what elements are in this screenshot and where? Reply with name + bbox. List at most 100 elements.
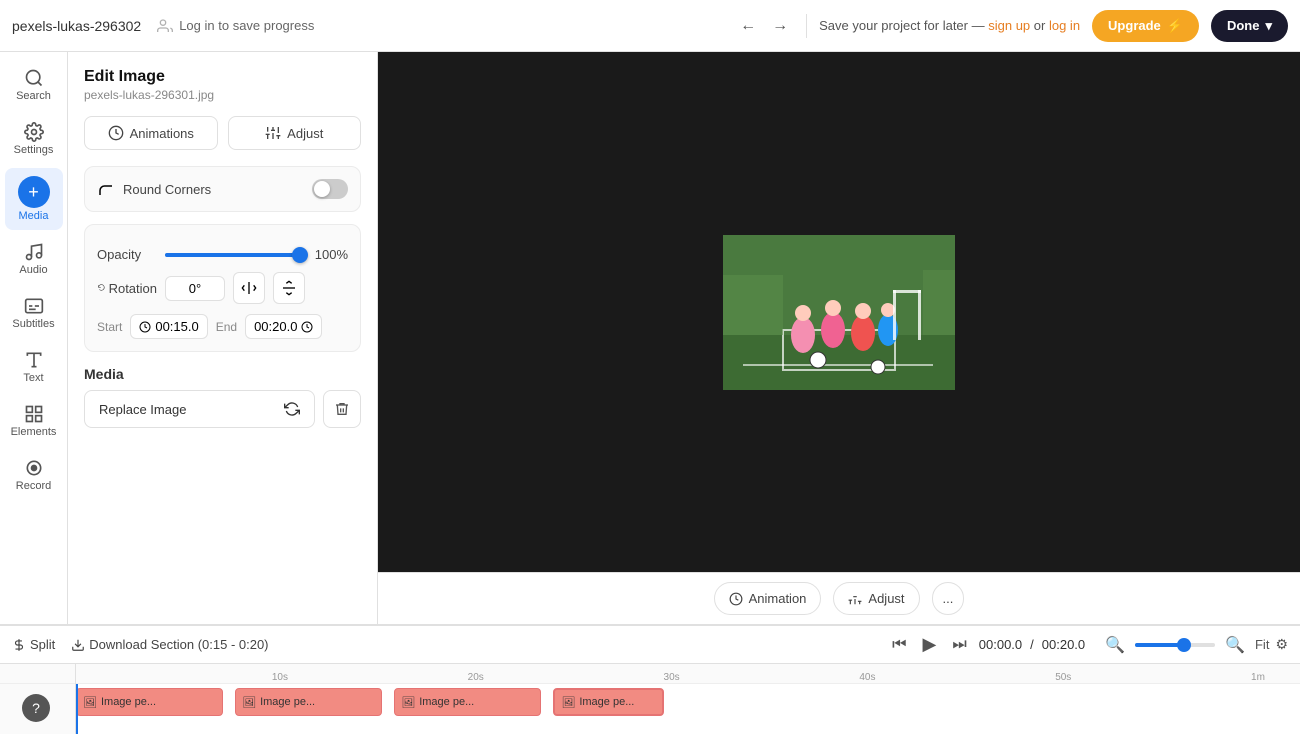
skip-forward-button[interactable]: ⏭ [948, 632, 970, 658]
undo-button[interactable]: ← [734, 11, 762, 41]
sidebar-item-text[interactable]: Text [5, 342, 63, 392]
help-icon: ? [32, 700, 40, 716]
replace-image-label: Replace Image [99, 402, 186, 417]
flip-vertical-button[interactable] [273, 272, 305, 304]
ruler-20s: 20s [468, 672, 484, 683]
start-value: 00:15.0 [155, 319, 198, 334]
record-icon [24, 458, 44, 478]
split-label: Split [30, 637, 55, 652]
sidebar-media-label: Media [19, 210, 49, 222]
more-options-button[interactable]: ... [932, 582, 965, 615]
start-input[interactable]: 00:15.0 [130, 314, 207, 339]
sidebar-item-audio[interactable]: Audio [5, 234, 63, 284]
zoom-out-button[interactable]: 🔍 [1101, 631, 1129, 659]
flip-horizontal-button[interactable] [233, 272, 265, 304]
zoom-slider[interactable] [1135, 643, 1215, 647]
sidebar-item-subtitles[interactable]: Subtitles [5, 288, 63, 338]
animation-icon [729, 592, 743, 606]
sidebar-record-label: Record [16, 480, 51, 492]
sidebar: Search Settings + Media Audio Subtitles … [0, 52, 68, 624]
time-row: Start 00:15.0 End 00:20.0 [97, 314, 348, 339]
done-chevron-icon: ▾ [1265, 18, 1272, 34]
toggle-knob [314, 181, 330, 197]
timeline-body: 10s 20s 30s 40s 50s 1m 🖼 Image pe... 🖼 I… [0, 664, 1300, 734]
canvas-adjust-label: Adjust [868, 591, 904, 606]
canvas-adjust-button[interactable]: Adjust [833, 582, 919, 615]
replace-row: Replace Image [84, 390, 361, 428]
round-corners-icon [97, 180, 115, 198]
opacity-fill [165, 253, 304, 257]
topbar-save-status: Log in to save progress [157, 18, 314, 34]
rotation-input[interactable] [165, 276, 225, 301]
trash-icon [334, 401, 350, 417]
settings-icon [24, 122, 44, 142]
start-time-icon [139, 321, 151, 333]
adjust-icon [265, 125, 281, 141]
redo-button[interactable]: → [766, 11, 794, 41]
sidebar-item-search[interactable]: Search [5, 60, 63, 110]
play-button[interactable]: ▶ [919, 630, 941, 659]
playback-controls: ⏮ ▶ ⏭ 00:00.0 / 00:20.0 [888, 630, 1085, 659]
ruler-10s: 10s [272, 672, 288, 683]
topbar-filename: pexels-lukas-296302 [12, 18, 141, 34]
sidebar-item-settings[interactable]: Settings [5, 114, 63, 164]
rotation-text: Rotation [109, 281, 157, 296]
track-item[interactable]: 🖼 Image pe... [235, 688, 382, 716]
sidebar-item-record[interactable]: Record [5, 450, 63, 500]
upgrade-button[interactable]: Upgrade ⚡ [1092, 10, 1199, 42]
total-time: 00:20.0 [1042, 637, 1085, 652]
opacity-thumb [292, 247, 308, 263]
animation-button[interactable]: Animation [714, 582, 822, 615]
sidebar-settings-label: Settings [14, 144, 54, 156]
tab-animations-label: Animations [130, 126, 194, 141]
sidebar-item-media[interactable]: + Media [5, 168, 63, 230]
track-item-icon: 🖼 [561, 696, 575, 709]
sign-up-link[interactable]: sign up [988, 18, 1030, 33]
timeline-ruler: 10s 20s 30s 40s 50s 1m [76, 664, 1300, 684]
timeline-settings-icon[interactable]: ⚙ [1275, 636, 1288, 653]
sidebar-text-label: Text [23, 372, 43, 384]
track-item[interactable]: 🖼 Image pe... [394, 688, 541, 716]
opacity-slider[interactable] [165, 253, 304, 257]
log-in-link[interactable]: log in [1049, 18, 1080, 33]
round-corners-toggle[interactable] [312, 179, 348, 199]
timeline-cursor [76, 684, 78, 734]
download-section-action[interactable]: Download Section (0:15 - 0:20) [71, 637, 268, 652]
topbar: pexels-lukas-296302 Log in to save progr… [0, 0, 1300, 52]
end-label: End [216, 320, 237, 334]
zoom-fill [1135, 643, 1179, 647]
help-button[interactable]: ? [22, 694, 50, 722]
sidebar-item-elements[interactable]: Elements [5, 396, 63, 446]
main-content: Search Settings + Media Audio Subtitles … [0, 52, 1300, 624]
end-time-icon [301, 321, 313, 333]
replace-image-button[interactable]: Replace Image [84, 390, 315, 428]
split-action[interactable]: Split [12, 637, 55, 652]
track-item-active[interactable]: 🖼 Image pe... [553, 688, 663, 716]
tab-animations[interactable]: Animations [84, 116, 218, 150]
fit-button[interactable]: Fit [1255, 637, 1269, 652]
sidebar-search-label: Search [16, 90, 51, 102]
ruler-50s: 50s [1055, 672, 1071, 683]
track-item-label: Image pe... [260, 696, 315, 708]
track-item-label: Image pe... [579, 696, 634, 708]
end-input[interactable]: 00:20.0 [245, 314, 322, 339]
delete-button[interactable] [323, 390, 361, 428]
round-corners-row: Round Corners [97, 179, 348, 199]
search-icon [24, 68, 44, 88]
canvas-area: Animation Adjust ... [378, 52, 1300, 624]
round-corners-label: Round Corners [123, 182, 304, 197]
canvas-toolbar: Animation Adjust ... [378, 572, 1300, 624]
track-item[interactable]: 🖼 Image pe... [76, 688, 223, 716]
rotation-row: Rotation [97, 272, 348, 304]
sidebar-elements-label: Elements [11, 426, 57, 438]
flip-vertical-icon [281, 280, 297, 296]
done-label: Done [1227, 18, 1260, 33]
more-options-label: ... [943, 591, 954, 606]
tab-adjust[interactable]: Adjust [228, 116, 362, 150]
done-button[interactable]: Done ▾ [1211, 10, 1288, 42]
ruler-30s: 30s [664, 672, 680, 683]
skip-back-button[interactable]: ⏮ [888, 632, 910, 658]
canvas-adjust-icon [848, 592, 862, 606]
zoom-in-button[interactable]: 🔍 [1221, 631, 1249, 659]
tab-adjust-label: Adjust [287, 126, 323, 141]
